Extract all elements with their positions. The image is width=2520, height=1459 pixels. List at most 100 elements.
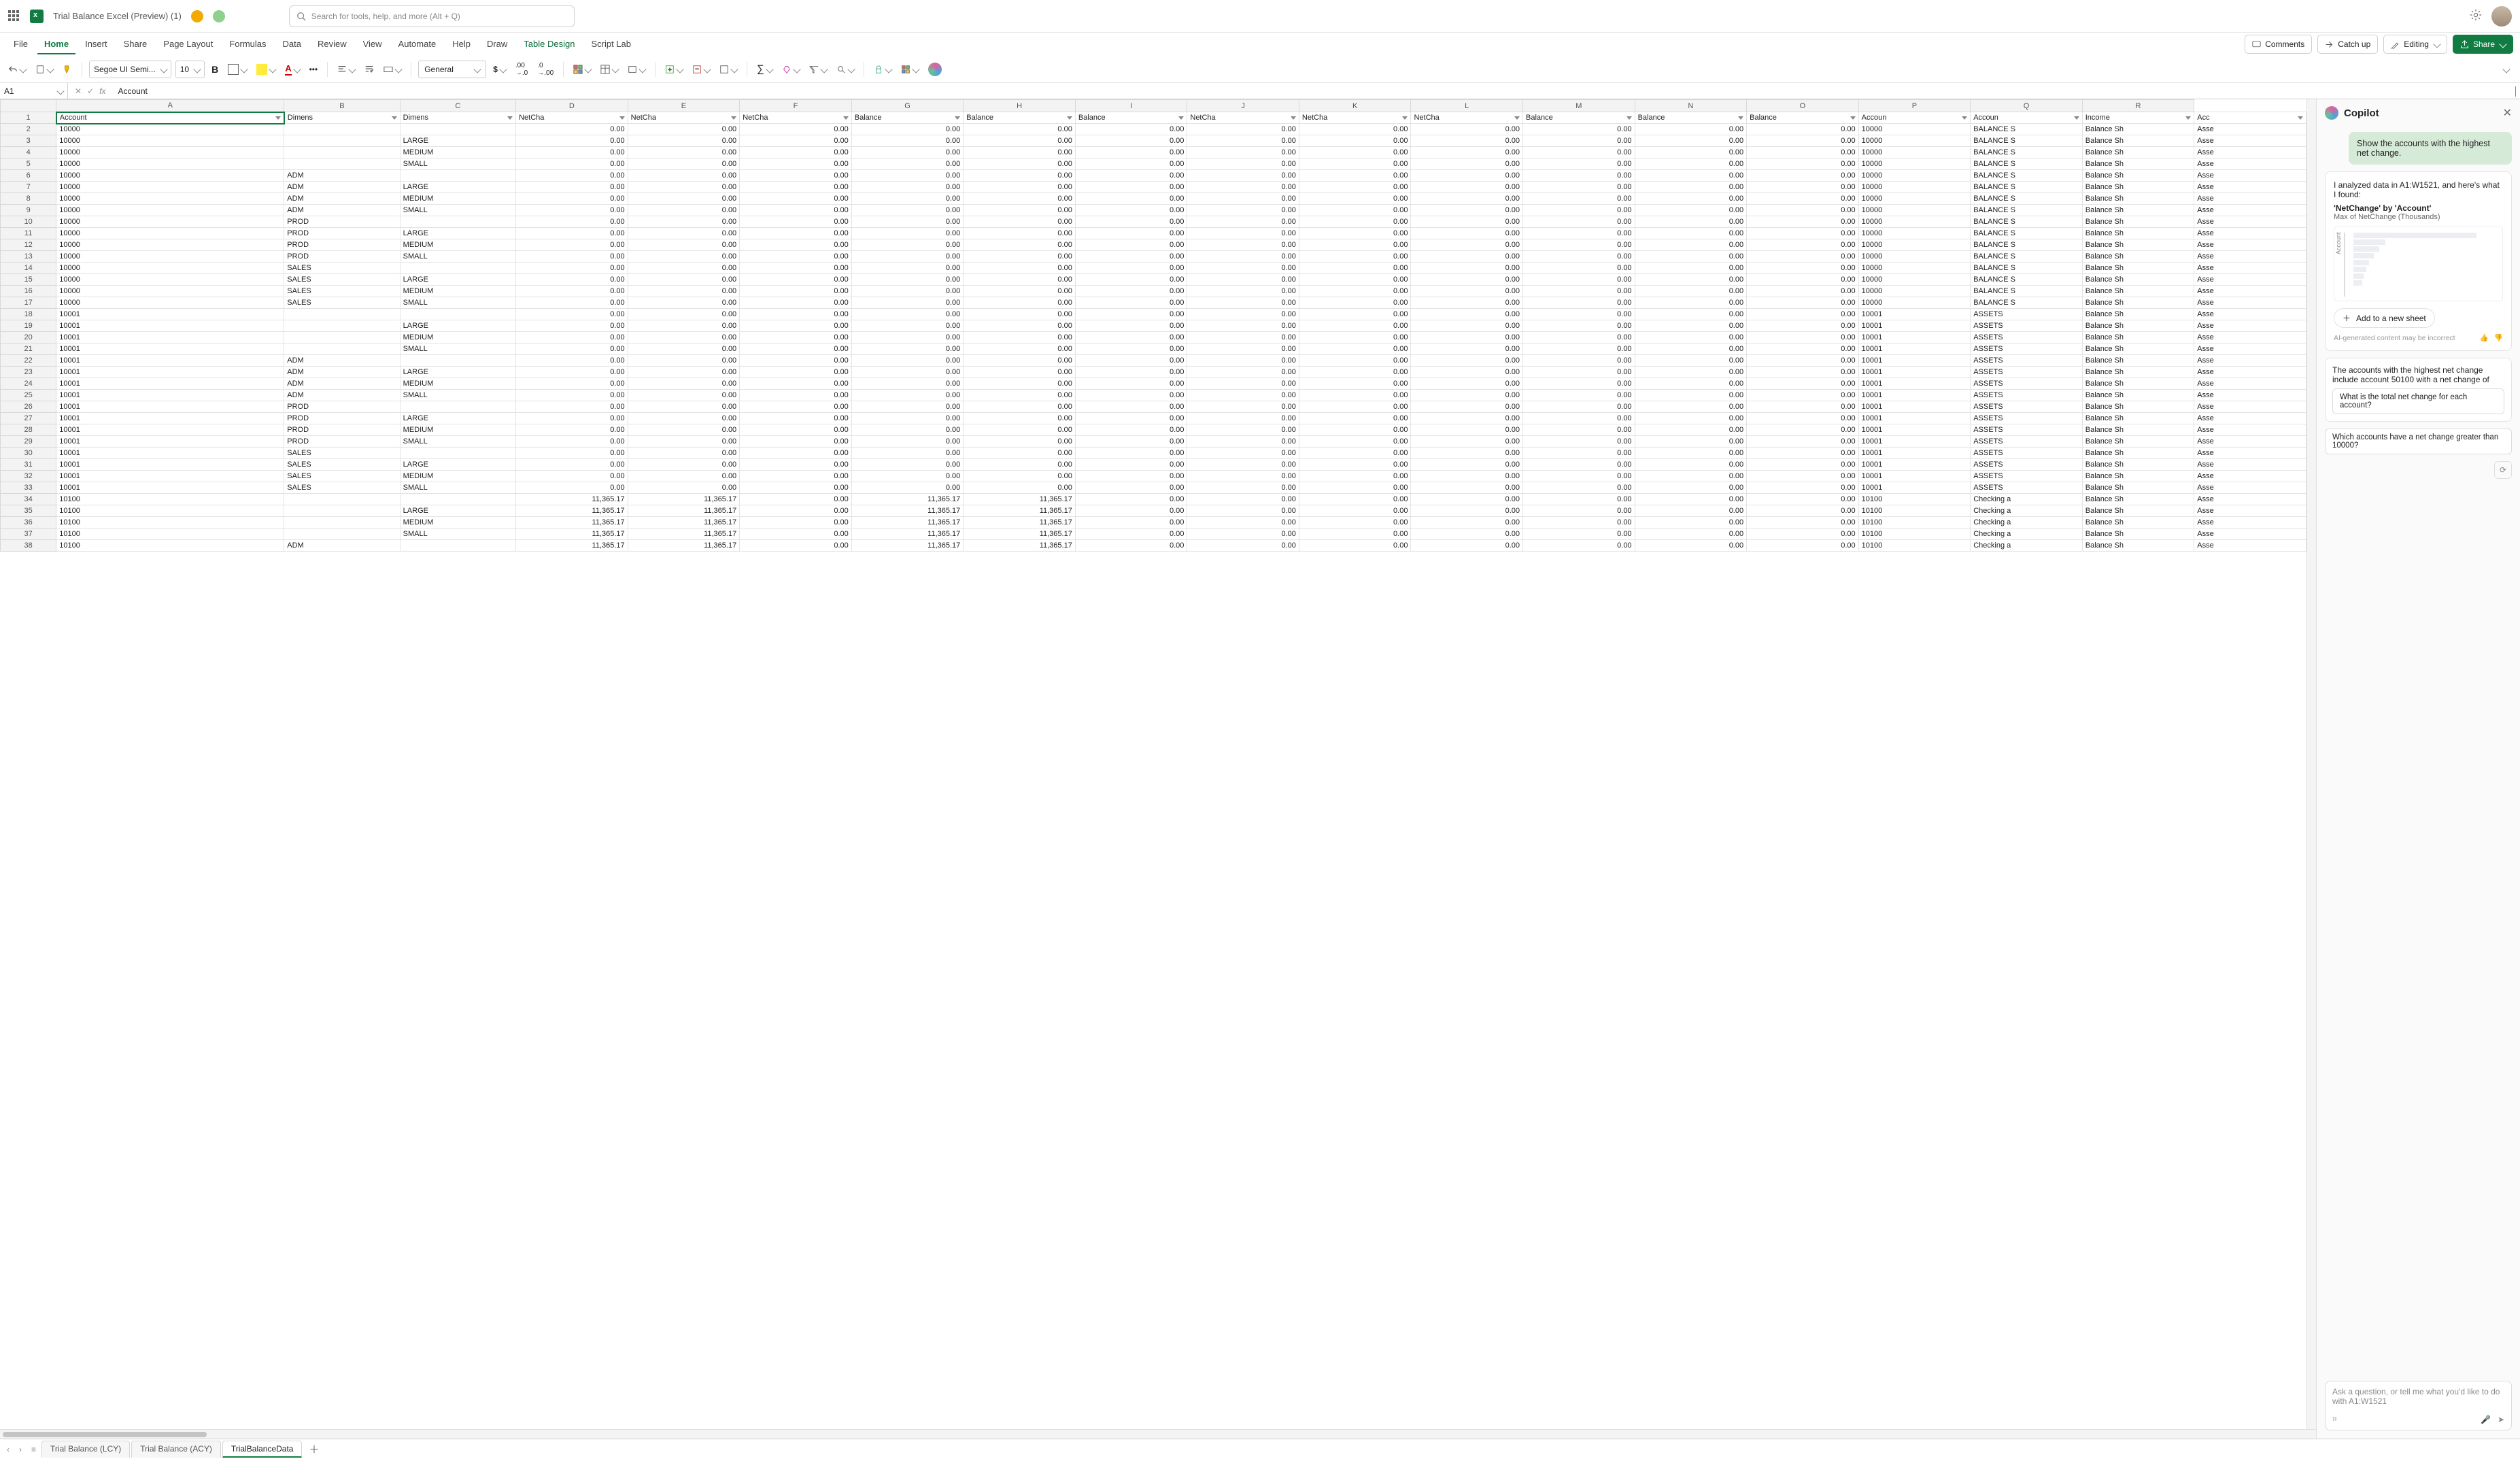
- cell[interactable]: 0.00: [516, 424, 628, 436]
- cell[interactable]: 0.00: [740, 228, 852, 239]
- autosave-status-icon[interactable]: [191, 10, 203, 22]
- cell[interactable]: 0.00: [1075, 309, 1187, 320]
- cell[interactable]: 0.00: [1411, 147, 1523, 158]
- cell[interactable]: 11,365.17: [964, 517, 1076, 529]
- cell[interactable]: SALES: [284, 297, 400, 309]
- cell[interactable]: 0.00: [1523, 205, 1635, 216]
- cell-header[interactable]: NetCha: [1299, 112, 1411, 124]
- cell[interactable]: Asse: [2194, 355, 2306, 367]
- cell[interactable]: SALES: [284, 286, 400, 297]
- cell[interactable]: 11,365.17: [516, 494, 628, 505]
- cell[interactable]: 0.00: [516, 228, 628, 239]
- cell[interactable]: 0.00: [628, 263, 740, 274]
- col-header-M[interactable]: M: [1523, 100, 1635, 112]
- cell[interactable]: 0.00: [1635, 343, 1747, 355]
- cell[interactable]: Asse: [2194, 471, 2306, 482]
- cell[interactable]: 0.00: [1523, 309, 1635, 320]
- cell[interactable]: ASSETS: [1971, 482, 2083, 494]
- cell[interactable]: 0.00: [1299, 517, 1411, 529]
- cell[interactable]: 0.00: [628, 135, 740, 147]
- cell[interactable]: 0.00: [1075, 216, 1187, 228]
- cell[interactable]: 0.00: [516, 309, 628, 320]
- cell[interactable]: 10100: [1858, 540, 1971, 552]
- cell[interactable]: 0.00: [1187, 332, 1299, 343]
- cell[interactable]: 10001: [1858, 390, 1971, 401]
- cell[interactable]: 0.00: [851, 401, 964, 413]
- bold-button[interactable]: B: [209, 62, 221, 77]
- cell[interactable]: BALANCE S: [1971, 193, 2083, 205]
- cell[interactable]: 0.00: [1075, 343, 1187, 355]
- row-header-4[interactable]: 4: [1, 147, 56, 158]
- cell[interactable]: 0.00: [851, 332, 964, 343]
- ribbon-tab-script-lab[interactable]: Script Lab: [584, 35, 638, 54]
- row-header-27[interactable]: 27: [1, 413, 56, 424]
- cell[interactable]: 0.00: [1187, 228, 1299, 239]
- cell[interactable]: 0.00: [1635, 309, 1747, 320]
- cell[interactable]: 10000: [1858, 135, 1971, 147]
- cell[interactable]: 0.00: [851, 309, 964, 320]
- cell[interactable]: 0.00: [628, 274, 740, 286]
- cell[interactable]: 0.00: [1747, 424, 1859, 436]
- cell[interactable]: BALANCE S: [1971, 228, 2083, 239]
- cell[interactable]: 10001: [1858, 413, 1971, 424]
- cell[interactable]: 0.00: [1747, 332, 1859, 343]
- row-header-20[interactable]: 20: [1, 332, 56, 343]
- cell[interactable]: 0.00: [740, 471, 852, 482]
- cell[interactable]: 0.00: [964, 239, 1076, 251]
- cell[interactable]: Balance Sh: [2082, 297, 2194, 309]
- cell[interactable]: 0.00: [1299, 448, 1411, 459]
- cell[interactable]: Balance Sh: [2082, 320, 2194, 332]
- cell[interactable]: 0.00: [1747, 274, 1859, 286]
- cell[interactable]: 0.00: [1299, 424, 1411, 436]
- cell[interactable]: 0.00: [851, 286, 964, 297]
- cell[interactable]: 0.00: [628, 205, 740, 216]
- name-box[interactable]: A1: [0, 83, 68, 99]
- cell[interactable]: 0.00: [516, 355, 628, 367]
- cell[interactable]: 10001: [56, 413, 284, 424]
- cell[interactable]: 0.00: [1187, 170, 1299, 182]
- cell[interactable]: 0.00: [1187, 193, 1299, 205]
- cell[interactable]: [284, 135, 400, 147]
- cell[interactable]: 11,365.17: [628, 540, 740, 552]
- cell[interactable]: 0.00: [1075, 135, 1187, 147]
- cell[interactable]: 0.00: [964, 390, 1076, 401]
- cell-header[interactable]: Accoun: [1858, 112, 1971, 124]
- cell[interactable]: 10000: [1858, 182, 1971, 193]
- horizontal-scrollbar[interactable]: [0, 1429, 2316, 1439]
- cell[interactable]: 0.00: [851, 471, 964, 482]
- cell[interactable]: Balance Sh: [2082, 540, 2194, 552]
- cell[interactable]: 10001: [56, 378, 284, 390]
- cell[interactable]: 0.00: [1747, 286, 1859, 297]
- cell[interactable]: 0.00: [740, 320, 852, 332]
- cell[interactable]: 10001: [1858, 471, 1971, 482]
- cell[interactable]: 0.00: [1747, 540, 1859, 552]
- cell[interactable]: 0.00: [1747, 529, 1859, 540]
- cell[interactable]: 0.00: [964, 401, 1076, 413]
- cell[interactable]: 10000: [1858, 274, 1971, 286]
- cell[interactable]: 0.00: [851, 147, 964, 158]
- cell[interactable]: 0.00: [1187, 390, 1299, 401]
- cell[interactable]: 0.00: [1411, 517, 1523, 529]
- cell[interactable]: 0.00: [740, 482, 852, 494]
- cell[interactable]: 0.00: [964, 448, 1076, 459]
- sheet-tab-trialbalancedata[interactable]: TrialBalanceData: [222, 1441, 303, 1458]
- cell[interactable]: [284, 124, 400, 135]
- cell[interactable]: 10100: [1858, 494, 1971, 505]
- cell[interactable]: ADM: [284, 170, 400, 182]
- cell[interactable]: SMALL: [400, 158, 515, 170]
- cell[interactable]: Balance Sh: [2082, 517, 2194, 529]
- cell[interactable]: 0.00: [1187, 540, 1299, 552]
- cell[interactable]: Asse: [2194, 124, 2306, 135]
- col-header-P[interactable]: P: [1858, 100, 1971, 112]
- cell[interactable]: 0.00: [964, 286, 1076, 297]
- cell[interactable]: 10001: [1858, 448, 1971, 459]
- autosum-button[interactable]: ∑: [754, 61, 775, 77]
- document-title[interactable]: Trial Balance Excel (Preview) (1): [53, 11, 182, 21]
- cell[interactable]: 0.00: [740, 286, 852, 297]
- cell[interactable]: BALANCE S: [1971, 286, 2083, 297]
- cell[interactable]: 10000: [1858, 263, 1971, 274]
- wrap-text-button[interactable]: [362, 63, 377, 76]
- cell[interactable]: 0.00: [1523, 529, 1635, 540]
- cell[interactable]: Balance Sh: [2082, 448, 2194, 459]
- search-box[interactable]: Search for tools, help, and more (Alt + …: [289, 5, 575, 27]
